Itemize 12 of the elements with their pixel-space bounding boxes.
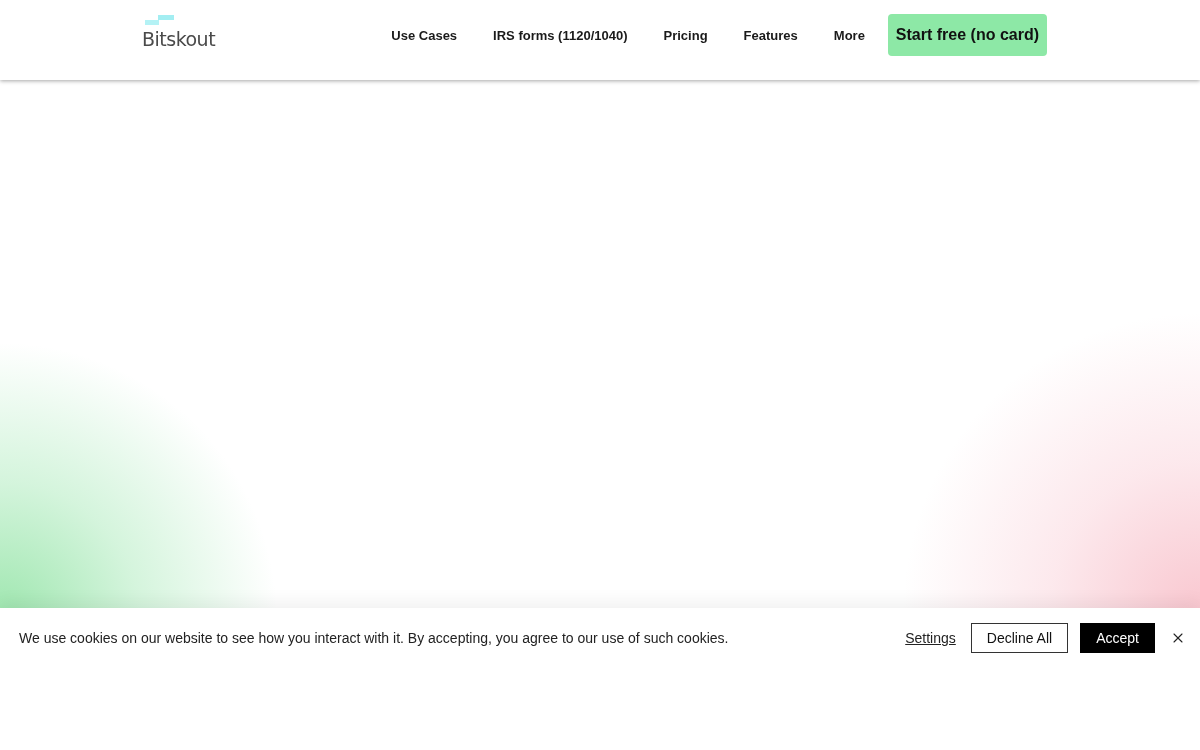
nav-link[interactable]: More xyxy=(833,26,865,46)
decline-button[interactable]: Decline All xyxy=(970,623,1069,653)
nav-link[interactable]: Features xyxy=(743,26,798,46)
nav-link[interactable]: IRS forms (1120/1040) xyxy=(493,26,628,46)
nav-link[interactable]: Pricing xyxy=(663,26,708,46)
settings-link[interactable]: Settings xyxy=(905,627,956,649)
cookie-message: We use cookies on our website to see how you interact with it. By accepting, you agree to our use of such cookies. xyxy=(19,628,729,648)
start-free-button[interactable]: Start free (no card) xyxy=(887,14,1047,56)
nav-link[interactable]: Use Cases xyxy=(391,26,458,46)
accept-button[interactable]: Accept xyxy=(1080,623,1155,653)
logo-text[interactable]: Bitskout xyxy=(142,30,216,49)
logo-mark-icon xyxy=(145,15,174,25)
